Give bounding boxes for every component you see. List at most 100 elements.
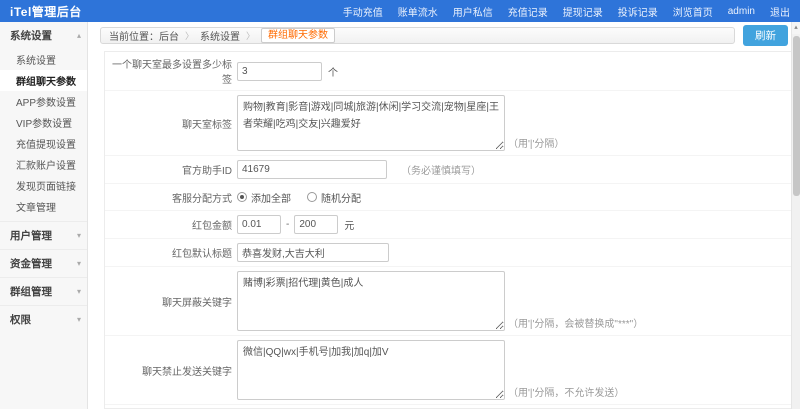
toolbar: 当前位置：后台〉系统设置〉群组聊天参数 刷新 [88,22,800,49]
form-row-redpacket-amount: 红包金额-元 [105,210,792,238]
chevron-down-icon: ▾ [77,259,81,268]
room-tags-textarea[interactable] [237,95,505,151]
max-room-tags-input[interactable] [237,62,322,81]
blocked-keywords-textarea[interactable] [237,271,505,331]
sidebar-item-0-6[interactable]: 发现页面链接 [0,175,87,196]
sidebar-section-label: 系统设置 [10,28,52,43]
form-row-service-assign-mode: 客服分配方式添加全部 随机分配 [105,183,792,210]
refresh-button[interactable]: 刷新 [743,25,788,46]
topmenu-item-8[interactable]: 退出 [770,4,790,19]
max-room-tags-label: 一个聊天室最多设置多少标签 [105,56,237,86]
service-assign-mode-label: 客服分配方式 [105,190,237,205]
room-tags-label: 聊天室标签 [105,116,237,131]
official-assistant-id-label: 官方助手ID [105,162,237,177]
blocked-keywords-note: （用'|'分隔，会被替换成"***"） [508,315,643,330]
service-assign-mode-control: 添加全部 随机分配 [237,188,377,206]
topmenu-item-1[interactable]: 账单流水 [398,4,438,19]
chevron-down-icon: ▾ [77,231,81,240]
topbar-menu: 手动充值账单流水用户私信充值记录提现记录投诉记录浏览首页 admin 退出 [328,4,790,19]
topmenu-item-2[interactable]: 用户私信 [453,4,493,19]
scroll-up-icon[interactable]: ▴ [792,22,800,34]
breadcrumb-item-1[interactable]: 群组聊天参数 [261,28,335,43]
sidebar-item-0-7[interactable]: 文章管理 [0,196,87,217]
scrollbar[interactable]: ▴ [791,22,800,409]
form-row-max-room-tags: 一个聊天室最多设置多少标签 个 [105,52,792,90]
room-tags-note: （用'|'分隔） [508,135,564,150]
radio-unchecked-icon[interactable] [307,192,317,202]
breadcrumb-item-0[interactable]: 系统设置 [200,28,240,43]
service-assign-mode-option-label-1: 随机分配 [321,190,361,205]
max-room-tags-control: 个 [237,62,338,81]
forbidden-keywords-control: （用'|'分隔，不允许发送） [237,340,624,400]
sidebar-items: 系统设置群组聊天参数APP参数设置VIP参数设置充值提现设置汇款账户设置发现页面… [0,49,87,221]
sidebar-section-header-0[interactable]: 系统设置 ▴ [0,22,87,49]
app-root: iTel管理后台 手动充值账单流水用户私信充值记录提现记录投诉记录浏览首页 adm… [0,0,800,409]
topmenu-item-0[interactable]: 手动充值 [343,4,383,19]
redpacket-title-control [237,243,389,262]
brand-title: iTel管理后台 [10,3,82,20]
sidebar-section-label: 用户管理 [10,228,52,243]
service-assign-mode-option-label-0: 添加全部 [251,190,291,205]
room-tags-control: （用'|'分隔） [237,95,564,151]
official-assistant-id-input[interactable] [237,160,387,179]
sidebar-section-header-3[interactable]: 群组管理▾ [0,278,87,305]
topbar: iTel管理后台 手动充值账单流水用户私信充值记录提现记录投诉记录浏览首页 adm… [0,0,800,22]
sidebar-section-header-4[interactable]: 权限▾ [0,306,87,333]
form-row-forbidden-keywords: 聊天禁止发送关键字 （用'|'分隔，不允许发送） [105,335,792,404]
sidebar-item-0-0[interactable]: 系统设置 [0,49,87,70]
form-row-danger-keywords [105,404,792,409]
redpacket-amount-max-input[interactable] [294,215,338,234]
breadcrumb: 当前位置：后台〉系统设置〉群组聊天参数 [100,27,735,44]
sidebar-item-0-1[interactable]: 群组聊天参数 [0,70,87,91]
sidebar-section-1: 用户管理 ▾ [0,221,87,249]
content-area: 当前位置：后台〉系统设置〉群组聊天参数 刷新 一个聊天室最多设置多少标签个聊天室… [88,22,800,409]
sidebar-item-0-2[interactable]: APP参数设置 [0,91,87,112]
sidebar-section-header-2[interactable]: 资金管理 ▾ [0,250,87,277]
topmenu-item-3[interactable]: 充值记录 [508,4,548,19]
blocked-keywords-label: 聊天屏蔽关键字 [105,294,237,309]
max-room-tags-suffix: 个 [328,64,338,79]
chevron-down-icon: ▾ [77,287,81,296]
breadcrumb-separator-icon: 〉 [185,29,194,42]
redpacket-amount-min-input[interactable] [237,215,281,234]
forbidden-keywords-note: （用'|'分隔，不允许发送） [508,384,624,399]
redpacket-amount-dash: - [286,219,289,230]
form-row-blocked-keywords: 聊天屏蔽关键字 （用'|'分隔，会被替换成"***"） [105,266,792,335]
form-row-redpacket-title: 红包默认标题 [105,238,792,266]
official-assistant-id-control: （务必谨慎填写） [237,160,481,179]
sidebar-section-header-1[interactable]: 用户管理 ▾ [0,222,87,249]
sidebar-item-0-5[interactable]: 汇款账户设置 [0,154,87,175]
redpacket-amount-suffix: 元 [344,217,354,232]
blocked-keywords-control: （用'|'分隔，会被替换成"***"） [237,271,643,331]
breadcrumb-prefix: 当前位置：后台 [109,28,179,43]
redpacket-title-input[interactable] [237,243,389,262]
sidebar-item-0-3[interactable]: VIP参数设置 [0,112,87,133]
main-area: 系统设置▴系统设置群组聊天参数APP参数设置VIP参数设置充值提现设置汇款账户设… [0,22,800,409]
topmenu-item-7[interactable]: admin [728,6,755,17]
service-assign-mode-option-1[interactable]: 随机分配 [307,190,361,205]
chevron-down-icon: ▾ [77,315,81,324]
sidebar-section-label: 资金管理 [10,256,52,271]
sidebar-section-0: 系统设置▴系统设置群组聊天参数APP参数设置VIP参数设置充值提现设置汇款账户设… [0,22,87,221]
form-row-official-assistant-id: 官方助手ID（务必谨慎填写） [105,155,792,183]
redpacket-amount-control: -元 [237,215,354,234]
scrollbar-thumb[interactable] [793,36,800,196]
form-row-room-tags: 聊天室标签 （用'|'分隔） [105,90,792,155]
forbidden-keywords-label: 聊天禁止发送关键字 [105,363,237,378]
chevron-up-icon: ▴ [77,31,81,40]
sidebar-section-2: 资金管理 ▾ [0,249,87,277]
topmenu-item-5[interactable]: 投诉记录 [618,4,658,19]
service-assign-mode-option-0[interactable]: 添加全部 [237,190,291,205]
form-card: 一个聊天室最多设置多少标签 个聊天室标签 （用'|'分隔） 官方助手ID（务必谨慎填写… [104,51,793,409]
radio-checked-icon[interactable] [237,192,247,202]
sidebar-item-0-4[interactable]: 充值提现设置 [0,133,87,154]
breadcrumb-separator-icon: 〉 [246,29,255,42]
sidebar-section-4: 权限▾ [0,305,87,333]
redpacket-title-label: 红包默认标题 [105,245,237,260]
redpacket-amount-label: 红包金额 [105,217,237,232]
forbidden-keywords-textarea[interactable] [237,340,505,400]
topmenu-item-6[interactable]: 浏览首页 [673,4,713,19]
sidebar: 系统设置▴系统设置群组聊天参数APP参数设置VIP参数设置充值提现设置汇款账户设… [0,22,88,409]
topmenu-item-4[interactable]: 提现记录 [563,4,603,19]
sidebar-section-3: 群组管理▾ [0,277,87,305]
